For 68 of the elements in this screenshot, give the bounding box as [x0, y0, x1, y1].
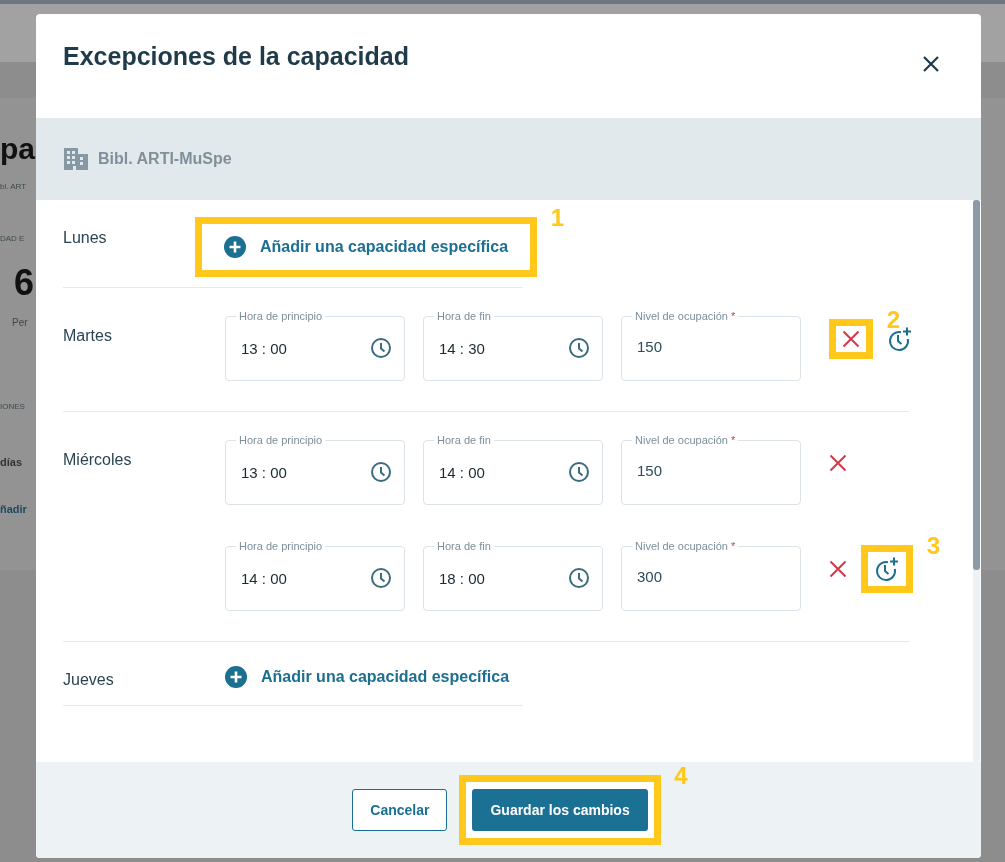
- plus-circle-icon: [225, 666, 247, 688]
- occupancy-field[interactable]: Nivel de ocupación * 150: [621, 434, 801, 505]
- required-mark: *: [731, 310, 736, 322]
- clock-icon[interactable]: [370, 337, 392, 359]
- background-text: pa: [0, 132, 35, 166]
- clock-icon[interactable]: [568, 461, 590, 483]
- field-label: Nivel de ocupación: [635, 434, 728, 446]
- required-mark: *: [731, 540, 736, 552]
- end-time-field[interactable]: Hora de fin 14 : 00: [423, 434, 603, 505]
- background-text: 6: [14, 262, 35, 304]
- start-time-field[interactable]: Hora de principio 14 : 00: [225, 540, 405, 611]
- callout-number: 4: [674, 762, 688, 790]
- callout-number: 1: [550, 204, 565, 232]
- field-value: 14 : 30: [439, 339, 485, 357]
- clock-icon[interactable]: [370, 567, 392, 589]
- end-time-field[interactable]: Hora de fin 18 : 00: [423, 540, 603, 611]
- background-text: IONES: [0, 402, 25, 411]
- field-value: 300: [637, 567, 663, 585]
- cancel-button[interactable]: Cancelar: [352, 789, 448, 831]
- delete-icon[interactable]: [829, 454, 847, 472]
- field-label: Nivel de ocupación: [635, 310, 728, 322]
- field-value: 150: [637, 337, 663, 355]
- background-text: DAD E: [0, 234, 25, 243]
- occupancy-field[interactable]: Nivel de ocupación * 150: [621, 310, 801, 381]
- field-value: 14 : 00: [241, 569, 287, 587]
- save-button[interactable]: Guardar los cambios: [472, 789, 648, 831]
- required-mark: *: [731, 434, 736, 446]
- background-text: días: [0, 456, 22, 468]
- add-capacity-link[interactable]: Añadir una capacidad específica: [224, 236, 509, 258]
- building-icon: [64, 148, 88, 170]
- clock-icon[interactable]: [370, 461, 392, 483]
- day-label: Lunes: [63, 228, 108, 248]
- start-time-field[interactable]: Hora de principio 13 : 00: [225, 310, 405, 381]
- dialog-title: Excepciones de la capacidad: [63, 42, 409, 71]
- delete-icon[interactable]: [829, 560, 847, 578]
- add-time-icon[interactable]: [887, 326, 913, 352]
- field-label: Nivel de ocupación: [635, 540, 728, 552]
- background-text: bl. ART: [0, 182, 27, 191]
- add-capacity-link[interactable]: Añadir una capacidad específica: [225, 659, 510, 695]
- field-value: 13 : 00: [241, 339, 287, 357]
- field-value: 150: [637, 461, 663, 479]
- field-label: Hora de principio: [238, 310, 324, 322]
- callout-number: 2: [886, 306, 900, 334]
- field-label: Hora de fin: [436, 434, 492, 446]
- location-name: Bibl. ARTI-MuSpe: [98, 150, 232, 168]
- field-label: Hora de principio: [238, 540, 324, 552]
- day-label: Martes: [63, 326, 113, 346]
- clock-icon[interactable]: [568, 337, 590, 359]
- background-text: ñadir: [0, 503, 27, 515]
- field-value: 14 : 00: [439, 463, 485, 481]
- field-label: Hora de principio: [238, 434, 324, 446]
- close-icon[interactable]: [922, 55, 940, 73]
- scrollbar[interactable]: [973, 200, 980, 762]
- callout-number: 3: [926, 532, 940, 560]
- occupancy-field[interactable]: Nivel de ocupación * 300: [621, 540, 801, 611]
- add-time-icon[interactable]: [874, 556, 900, 582]
- end-time-field[interactable]: Hora de fin 14 : 30: [423, 310, 603, 381]
- field-label: Hora de fin: [436, 540, 492, 552]
- background-text: Per: [12, 317, 28, 328]
- field-value: 13 : 00: [241, 463, 287, 481]
- clock-icon[interactable]: [568, 567, 590, 589]
- field-value: 18 : 00: [439, 569, 485, 587]
- day-label: Miércoles: [63, 450, 133, 470]
- delete-icon[interactable]: [842, 330, 860, 348]
- plus-circle-icon: [224, 236, 246, 258]
- day-label: Jueves: [63, 670, 115, 690]
- start-time-field[interactable]: Hora de principio 13 : 00: [225, 434, 405, 505]
- field-label: Hora de fin: [436, 310, 492, 322]
